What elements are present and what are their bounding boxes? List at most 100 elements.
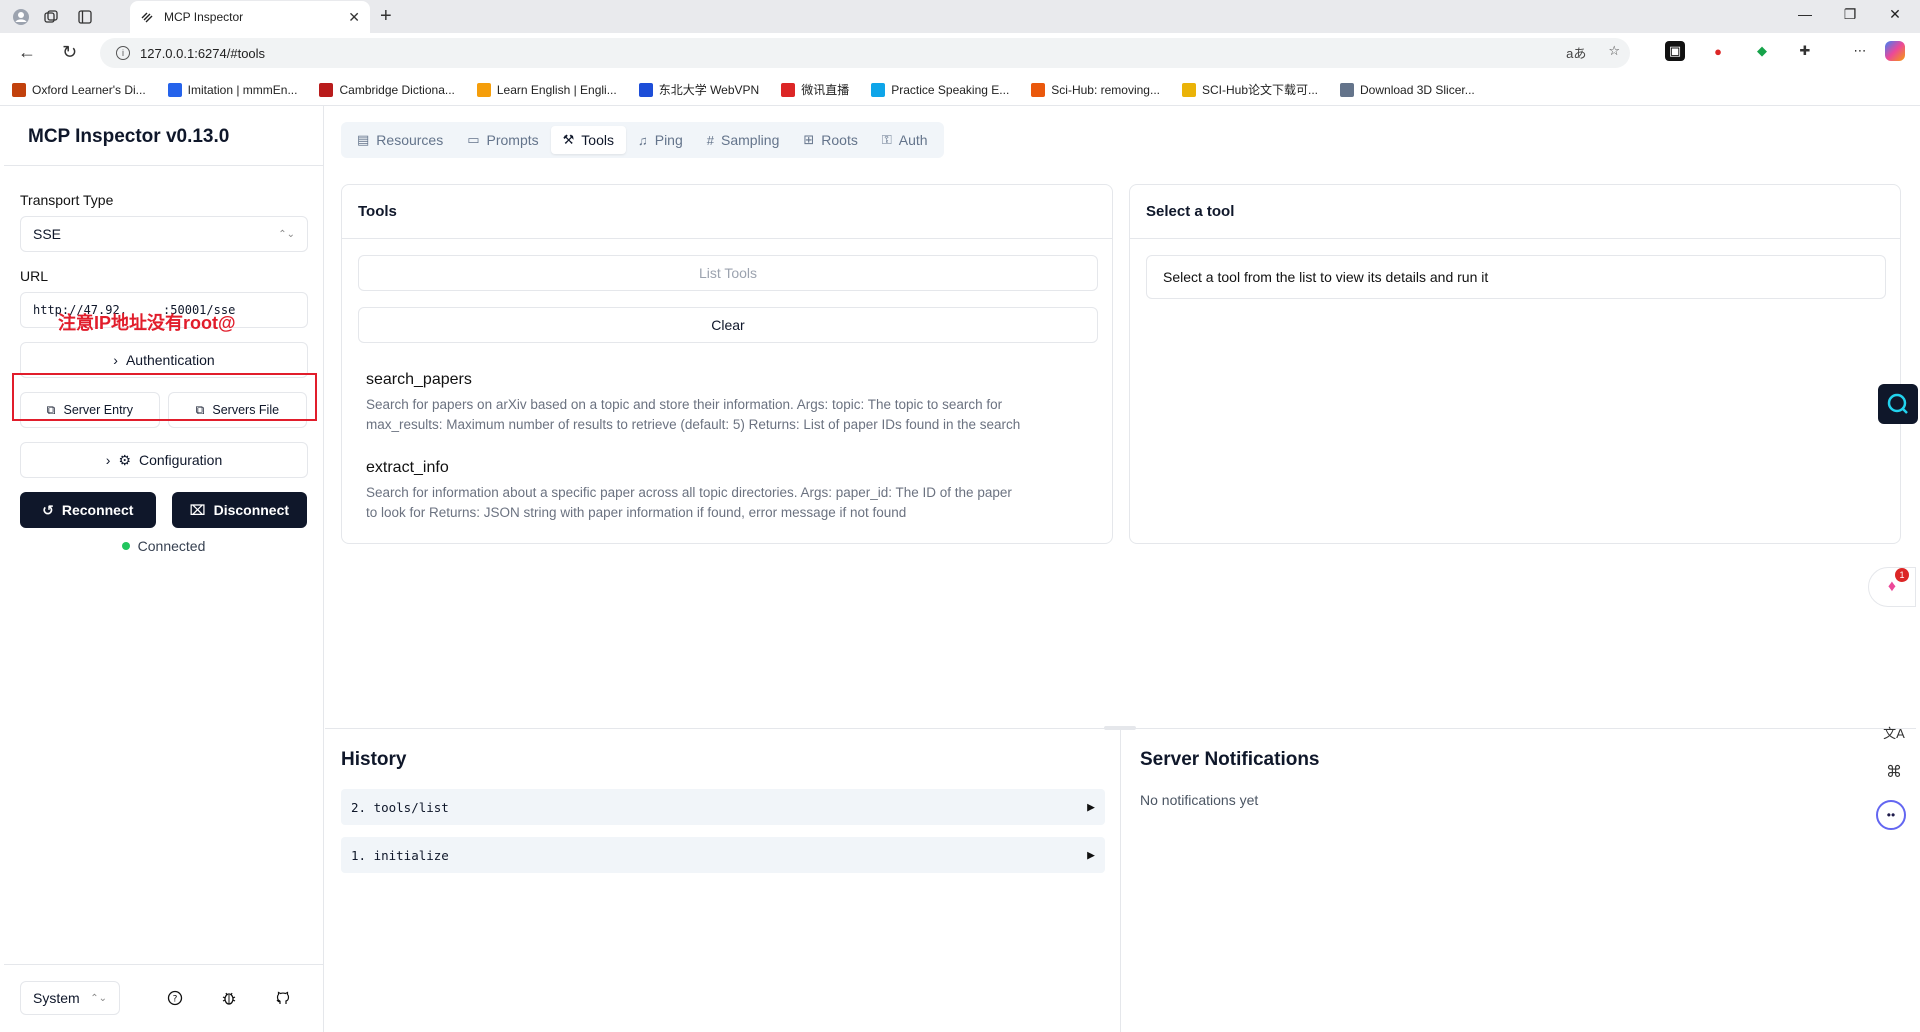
bookmark-item[interactable]: Oxford Learner's Di...: [12, 82, 146, 97]
auth-icon: ⚿: [881, 132, 892, 147]
configuration-toggle[interactable]: › ⚙ Configuration: [20, 442, 308, 478]
floating-assistant-icon[interactable]: [1878, 384, 1918, 424]
tool-description-line: Search for information about a specific …: [366, 485, 1012, 500]
bookmark-item[interactable]: 东北大学 WebVPN: [638, 81, 759, 98]
extension-icon-3[interactable]: ◆: [1752, 41, 1772, 61]
refresh-icon[interactable]: ↻: [62, 42, 77, 63]
bookmark-label: 微讯直播: [801, 83, 850, 97]
reconnect-label: Reconnect: [61, 502, 134, 518]
main-content: ▤ Resources ▭ Prompts ⚒ Tools ♫ Ping # Sampling ⊞ R…: [325, 106, 1916, 1032]
url-label: URL: [20, 268, 49, 284]
address-bar[interactable]: i 127.0.0.1:6274/#tools aあ ☆: [100, 38, 1630, 68]
tab-auth[interactable]: ⚿ Auth: [870, 126, 940, 154]
profile-icon[interactable]: [10, 6, 32, 28]
window-close-icon[interactable]: ✕: [1880, 6, 1910, 23]
tool-item-search-papers[interactable]: search_papers Search for papers on arXiv…: [366, 371, 1096, 435]
transport-type-select[interactable]: SSE ⌃⌄: [20, 216, 308, 252]
new-tab-icon[interactable]: +: [380, 5, 392, 28]
github-icon[interactable]: [272, 987, 294, 1009]
resources-icon: ▤: [357, 132, 370, 147]
tab-label: Ping: [654, 132, 683, 148]
play-icon[interactable]: ▶: [1087, 848, 1095, 863]
bookmark-favicon-icon: [1031, 82, 1046, 97]
tab-label: Resources: [376, 132, 444, 148]
tab-tools[interactable]: ⚒ Tools: [550, 126, 626, 154]
play-icon[interactable]: ▶: [1087, 800, 1095, 815]
tab-list: ▤ Resources ▭ Prompts ⚒ Tools ♫ Ping # Sampling ⊞ R…: [341, 122, 944, 158]
read-aloud-icon[interactable]: aあ: [1566, 43, 1586, 62]
tab-resources[interactable]: ▤ Resources: [345, 126, 455, 154]
disconnect-button[interactable]: ⌧ Disconnect: [171, 492, 307, 528]
address-row: ← ↻ i 127.0.0.1:6274/#tools aあ ☆ ▣ ● ◆ ✚…: [0, 33, 1920, 73]
status-text: Connected: [137, 538, 206, 554]
more-menu-icon[interactable]: ⋯: [1850, 41, 1870, 61]
bookmark-favicon-icon: [1340, 82, 1355, 97]
back-icon[interactable]: ←: [18, 42, 36, 63]
bookmark-item[interactable]: Cambridge Dictiona...: [319, 82, 455, 97]
extension-icon-2[interactable]: ●: [1708, 41, 1728, 61]
tab-sampling[interactable]: # Sampling: [695, 126, 792, 154]
chevron-updown-icon: ⌃⌄: [278, 228, 295, 240]
site-info-icon[interactable]: i: [116, 46, 130, 60]
tool-description-line: Search for papers on arXiv based on a to…: [366, 397, 1003, 412]
bookmark-label: Download 3D Slicer...: [1360, 82, 1475, 97]
bookmark-item[interactable]: Practice Speaking E...: [871, 82, 1009, 97]
tool-item-extract-info[interactable]: extract_info Search for information abou…: [366, 459, 1096, 523]
translate-icon[interactable]: 文A: [1880, 718, 1908, 746]
bookmark-favicon-icon: [1181, 82, 1196, 97]
sampling-icon: #: [706, 132, 714, 148]
bookmark-item[interactable]: SCI-Hub论文下载可...: [1181, 81, 1318, 98]
inspector-app: MCP Inspector v0.13.0 Transport Type SSE…: [4, 106, 1916, 1032]
command-icon[interactable]: ⌘: [1880, 758, 1908, 786]
chevron-right-icon: ›: [113, 352, 118, 368]
address-url[interactable]: 127.0.0.1:6274/#tools: [140, 46, 265, 61]
tab-roots[interactable]: ⊞ Roots: [791, 126, 869, 154]
help-icon[interactable]: ?: [164, 987, 186, 1009]
svg-text:?: ?: [173, 995, 178, 1005]
bookmark-item[interactable]: Download 3D Slicer...: [1340, 82, 1475, 97]
roots-icon: ⊞: [803, 132, 815, 147]
tab-actions-icon[interactable]: [74, 6, 96, 28]
unplug-icon: ⌧: [189, 501, 206, 518]
tab-prompts[interactable]: ▭ Prompts: [455, 126, 550, 154]
tool-name: search_papers: [366, 371, 472, 388]
copilot-icon[interactable]: [1885, 41, 1905, 61]
notification-badge: 1: [1895, 568, 1909, 582]
workspaces-icon[interactable]: [40, 6, 62, 28]
tools-icon: ⚒: [562, 132, 575, 147]
tab-close-icon[interactable]: ✕: [348, 9, 360, 26]
sidebar-footer: System ⌃⌄ ?: [4, 964, 324, 1032]
restore-icon[interactable]: ❐: [1835, 6, 1865, 23]
ping-icon: ♫: [637, 132, 648, 148]
bookmark-item[interactable]: Imitation | mmmEn...: [167, 82, 297, 97]
theme-select[interactable]: System ⌃⌄: [20, 981, 120, 1015]
tab-label: Sampling: [721, 132, 780, 148]
gear-icon: ⚙: [118, 451, 131, 468]
list-tools-button[interactable]: List Tools: [358, 255, 1098, 291]
bookmark-favicon-icon: [638, 82, 653, 97]
extensions-puzzle-icon[interactable]: ✚: [1795, 41, 1815, 61]
browser-chrome: MCP Inspector ✕ + — ❐ ✕ ← ↻ i 127.0.0.1:…: [0, 0, 1920, 106]
browser-tab-active[interactable]: MCP Inspector ✕: [130, 1, 370, 33]
tab-favicon-icon: [140, 9, 154, 26]
bug-icon[interactable]: [218, 987, 240, 1009]
clear-button[interactable]: Clear: [358, 307, 1098, 343]
bookmark-item[interactable]: 微讯直播: [781, 81, 849, 98]
history-row-label: 1. initialize: [351, 847, 449, 863]
tab-ping[interactable]: ♫ Ping: [626, 126, 695, 154]
reconnect-button[interactable]: ↺ Reconnect: [20, 492, 156, 528]
annotation-note: 注意IP地址没有root@: [58, 313, 236, 333]
chat-bot-icon[interactable]: ••: [1876, 800, 1906, 830]
floating-pet-widget[interactable]: ♦ 1: [1868, 567, 1916, 607]
bookmark-item[interactable]: Sci-Hub: removing...: [1031, 82, 1160, 97]
favorite-star-icon[interactable]: ☆: [1608, 43, 1620, 62]
history-row[interactable]: 2. tools/list ▶: [341, 789, 1105, 825]
extension-icon-1[interactable]: ▣: [1665, 41, 1685, 61]
history-row[interactable]: 1. initialize ▶: [341, 837, 1105, 873]
tool-description-line: max_results: Maximum number of results t…: [366, 417, 1021, 432]
minimize-icon[interactable]: —: [1790, 6, 1820, 22]
bookmark-item[interactable]: Learn English | Engli...: [476, 82, 617, 97]
bottom-vertical-divider: [1120, 729, 1121, 1032]
theme-value: System: [33, 990, 80, 1006]
bookmark-favicon-icon: [871, 82, 886, 97]
